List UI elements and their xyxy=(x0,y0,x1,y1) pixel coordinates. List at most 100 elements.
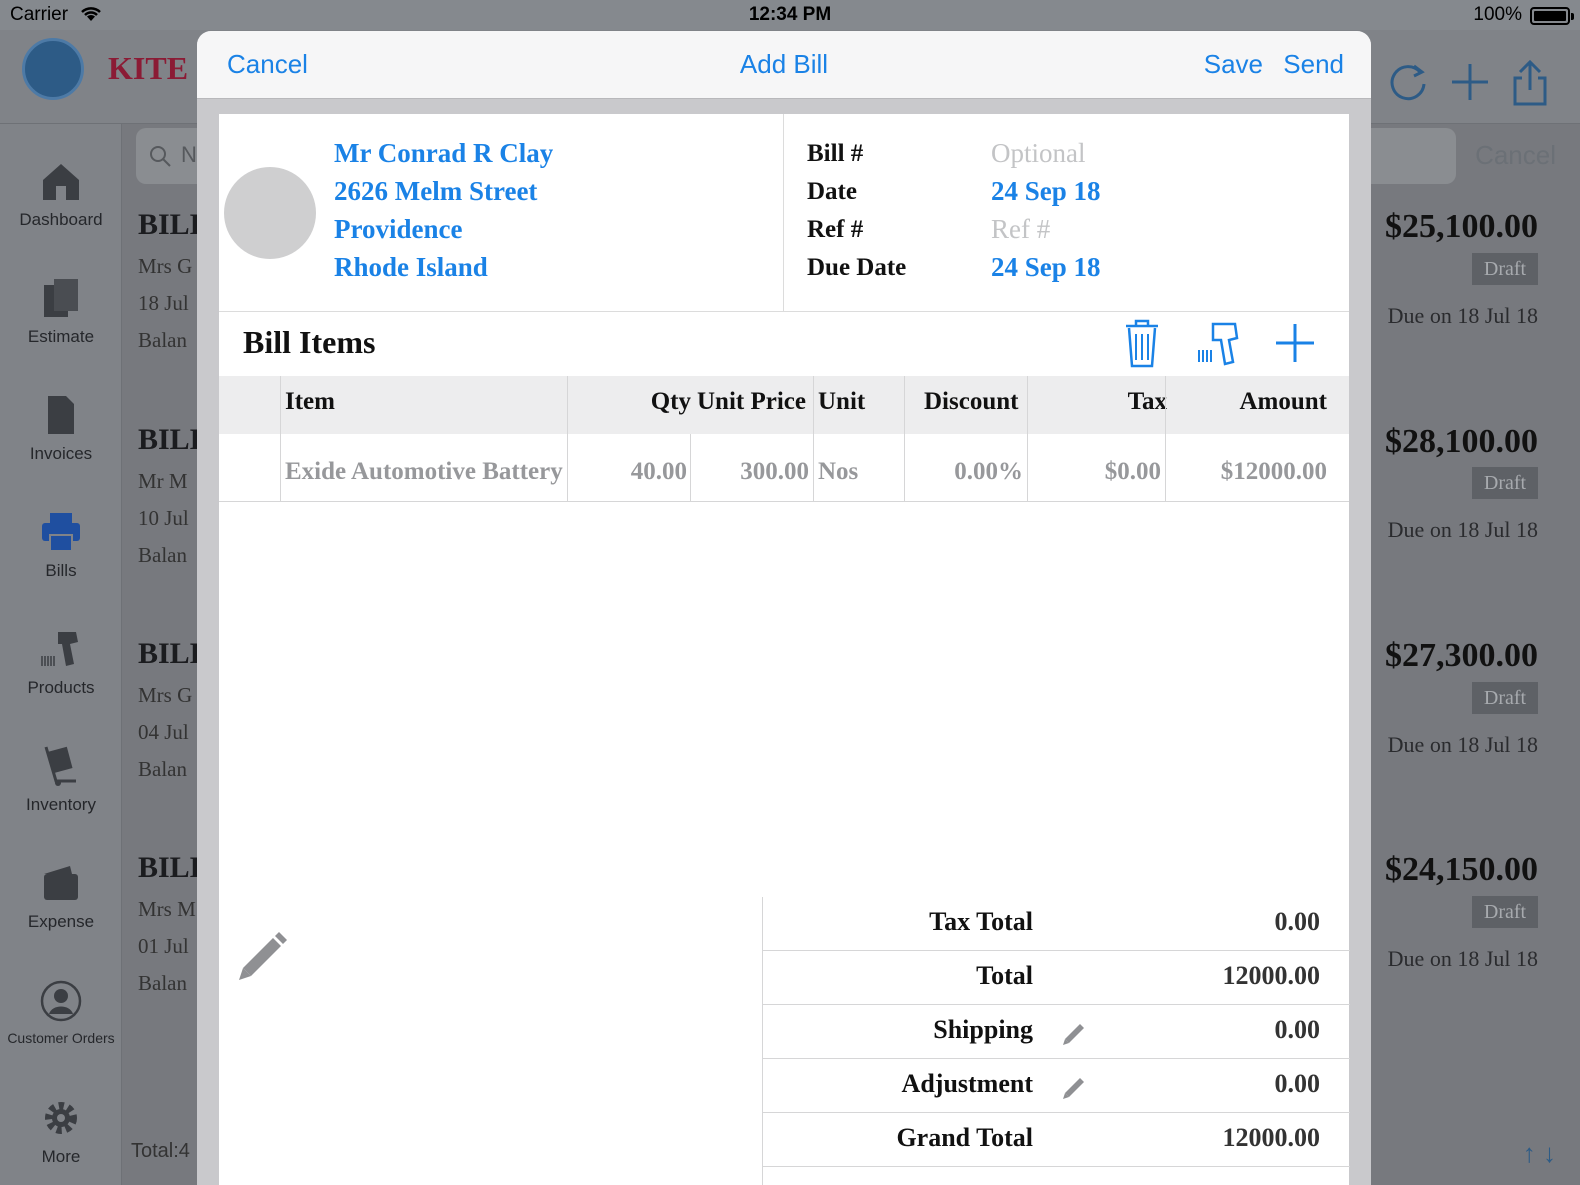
list-item-amount: $25,100.00 xyxy=(1385,208,1538,245)
search-input[interactable]: N xyxy=(181,142,197,168)
column-amount: Amount xyxy=(1239,388,1327,415)
edit-pencil-icon[interactable] xyxy=(1061,1019,1089,1047)
column-unit-price: Unit Price xyxy=(697,388,806,415)
sidebar-item-estimate[interactable]: Estimate xyxy=(0,277,122,347)
grand-total-value: 12000.00 xyxy=(1222,1123,1321,1152)
modal-nav-bar: Cancel Add Bill Save Send xyxy=(197,31,1371,99)
add-item-icon[interactable] xyxy=(1275,318,1315,366)
hand-truck-icon xyxy=(44,746,76,786)
sidebar-item-customer-orders[interactable]: Customer Orders xyxy=(0,980,122,1046)
refresh-icon[interactable] xyxy=(1386,60,1430,104)
sort-arrows[interactable]: ↑ ↓ xyxy=(1523,1138,1556,1169)
bill-items-heading: Bill Items xyxy=(243,324,376,360)
cell-tax: $0.00 xyxy=(1104,458,1161,485)
date-label: Date xyxy=(807,178,857,205)
send-button[interactable]: Send xyxy=(1283,49,1344,80)
adjustment-label: Adjustment xyxy=(901,1069,1033,1098)
gear-icon xyxy=(45,1102,77,1134)
list-item-due: Due on 18 Jul 18 xyxy=(1387,517,1538,542)
wallet-icon xyxy=(44,866,78,900)
sidebar-item-label: Dashboard xyxy=(19,210,103,229)
modal-title: Add Bill xyxy=(739,49,829,79)
clock: 12:34 PM xyxy=(748,4,832,25)
date-field[interactable]: 24 Sep 18 xyxy=(991,176,1101,207)
avatar[interactable] xyxy=(224,167,316,259)
vendor-address[interactable]: Mr Conrad R Clay 2626 Melm Street Provid… xyxy=(219,114,784,311)
barcode-scanner-icon[interactable] xyxy=(1197,318,1241,368)
printer-icon xyxy=(42,513,80,552)
tax-total-value: 0.00 xyxy=(1274,907,1321,936)
edit-pencil-icon[interactable] xyxy=(1061,1073,1089,1101)
due-date-label: Due Date xyxy=(807,254,907,281)
add-icon[interactable] xyxy=(1450,60,1490,104)
cell-unit: Nos xyxy=(818,458,859,485)
divider xyxy=(690,434,691,502)
search-cancel-button[interactable]: Cancel xyxy=(1475,140,1556,171)
divider xyxy=(904,376,905,502)
vendor-city[interactable]: Providence xyxy=(334,214,462,245)
due-date-field[interactable]: 24 Sep 18 xyxy=(991,252,1101,283)
column-tax: Tax xyxy=(1127,388,1167,415)
table-row[interactable]: Exide Automotive Battery 40.00 300.00 No… xyxy=(219,434,1349,502)
status-bar: Carrier 12:34 PM 100% xyxy=(0,0,1580,30)
status-badge: Draft xyxy=(1472,253,1538,285)
app-logo xyxy=(22,38,84,100)
bill-number-field[interactable]: Optional xyxy=(991,138,1086,169)
person-icon xyxy=(40,980,82,1022)
sidebar-item-bills[interactable]: Bills xyxy=(0,511,122,581)
status-badge: Draft xyxy=(1472,467,1538,499)
shipping-value[interactable]: 0.00 xyxy=(1275,1015,1321,1045)
barcode-scanner-icon xyxy=(41,632,78,666)
items-table-header: Item Qty Unit Price Unit Discount Tax Am… xyxy=(219,376,1349,434)
sidebar-item-label: Inventory xyxy=(26,795,96,814)
brand-name: KITE I xyxy=(108,50,209,86)
vendor-street[interactable]: 2626 Melm Street xyxy=(334,176,537,207)
bill-number-label: Bill # xyxy=(807,140,864,167)
sidebar-item-label: More xyxy=(41,1147,81,1166)
adjustment-row[interactable]: Adjustment 0.00 xyxy=(763,1059,1350,1113)
cell-unit-price: 300.00 xyxy=(740,458,809,485)
bill-form: Mr Conrad R Clay 2626 Melm Street Provid… xyxy=(219,114,1350,1185)
sidebar-item-label: Bills xyxy=(45,561,77,580)
totals-panel: Tax Total 0.00 Total 12000.00 Shipping 0… xyxy=(762,897,1350,1185)
grand-total-row: Grand Total 12000.00 xyxy=(763,1113,1350,1167)
sidebar-item-label: Expense xyxy=(27,912,95,931)
document-icon xyxy=(48,396,74,434)
column-unit: Unit xyxy=(818,388,866,415)
list-item-due: Due on 18 Jul 18 xyxy=(1387,303,1538,328)
column-discount: Discount xyxy=(924,388,1019,415)
cell-discount: 0.00% xyxy=(954,458,1023,485)
divider xyxy=(1027,376,1028,502)
sidebar-item-label: Products xyxy=(27,678,95,697)
shipping-row[interactable]: Shipping 0.00 xyxy=(763,1005,1350,1059)
divider xyxy=(567,376,568,502)
sidebar-item-label: Customer Orders xyxy=(7,1030,115,1046)
save-button[interactable]: Save xyxy=(1204,49,1263,80)
sidebar-item-invoices[interactable]: Invoices xyxy=(0,394,122,464)
vendor-state[interactable]: Rhode Island xyxy=(334,252,488,283)
adjustment-value[interactable]: 0.00 xyxy=(1275,1069,1321,1099)
share-icon[interactable] xyxy=(1512,60,1548,106)
trash-icon[interactable] xyxy=(1124,318,1160,368)
list-item-amount: $24,150.00 xyxy=(1385,851,1538,888)
battery-icon xyxy=(1530,7,1574,25)
arrow-up-icon[interactable]: ↑ xyxy=(1523,1138,1536,1168)
cell-qty: 40.00 xyxy=(630,458,687,485)
sidebar-item-label: Invoices xyxy=(29,444,93,463)
vendor-name[interactable]: Mr Conrad R Clay xyxy=(334,138,553,169)
sidebar-item-products[interactable]: Products xyxy=(0,628,122,698)
sidebar-item-dashboard[interactable]: Dashboard xyxy=(0,160,122,230)
cell-item: Exide Automotive Battery xyxy=(285,458,563,485)
pencil-icon[interactable] xyxy=(235,926,291,982)
battery-percentage: 100% xyxy=(1473,4,1522,25)
arrow-down-icon[interactable]: ↓ xyxy=(1543,1138,1556,1168)
total-row: Total 12000.00 xyxy=(763,951,1350,1005)
cell-amount: $12000.00 xyxy=(1220,458,1327,485)
sidebar-item-expense[interactable]: Expense xyxy=(0,862,122,932)
status-badge: Draft xyxy=(1472,682,1538,714)
sidebar-item-more[interactable]: More xyxy=(0,1097,122,1167)
ref-field[interactable]: Ref # xyxy=(991,214,1050,245)
total-label: Total xyxy=(976,961,1033,990)
sidebar-item-inventory[interactable]: Inventory xyxy=(0,745,122,815)
list-item-due: Due on 18 Jul 18 xyxy=(1387,732,1538,757)
